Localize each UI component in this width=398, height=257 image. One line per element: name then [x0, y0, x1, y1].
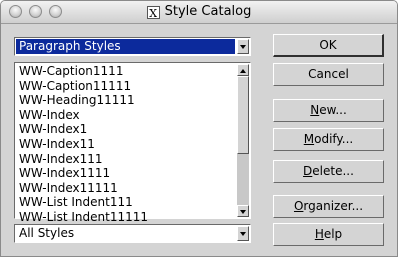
style-type-dropdown-button[interactable] — [237, 39, 249, 54]
organizer-label-rest: rganizer... — [303, 199, 364, 213]
ok-button[interactable]: OK — [273, 34, 384, 57]
styles-list[interactable]: WW-Caption1111 WW-Caption11111 WW-Heading1… — [14, 62, 251, 224]
style-type-select[interactable]: Paragraph Styles — [14, 37, 251, 56]
list-item[interactable]: WW-Index1111 — [17, 166, 237, 181]
new-button[interactable]: New... — [273, 99, 384, 122]
window-title-group: X Style Catalog — [1, 3, 397, 21]
filter-select[interactable]: All Styles — [14, 224, 251, 243]
modify-label-rest: odify... — [314, 132, 354, 146]
scroll-thumb[interactable] — [237, 76, 249, 154]
style-type-value: Paragraph Styles — [16, 39, 235, 54]
organizer-mnemonic: O — [293, 199, 304, 213]
style-catalog-dialog: X Style Catalog Paragraph Styles WW-Capti… — [0, 0, 398, 257]
help-label-rest: elp — [323, 227, 343, 241]
delete-mnemonic: D — [303, 164, 313, 178]
new-label-rest: ew... — [319, 103, 347, 117]
new-mnemonic: N — [310, 103, 320, 117]
arrow-down-icon — [240, 210, 246, 214]
list-item[interactable]: WW-List Indent11111 — [17, 210, 237, 225]
arrow-up-icon — [240, 69, 246, 73]
title-bar: X Style Catalog — [1, 1, 397, 24]
delete-button[interactable]: Delete... — [273, 160, 384, 183]
cancel-label: Cancel — [308, 67, 349, 81]
list-item[interactable]: WW-Index — [17, 108, 237, 123]
list-item[interactable]: WW-List Indent111 — [17, 195, 237, 210]
window-title: Style Catalog — [164, 4, 252, 19]
chevron-down-icon — [240, 232, 246, 236]
ok-label: OK — [319, 38, 337, 52]
list-item[interactable]: WW-Index11 — [17, 137, 237, 152]
list-item[interactable]: WW-Index11111 — [17, 181, 237, 196]
scroll-down-button[interactable] — [237, 205, 249, 217]
x11-icon: X — [146, 6, 160, 20]
list-item[interactable]: WW-Caption1111 — [17, 64, 237, 79]
styles-list-scrollbar[interactable] — [237, 64, 249, 217]
delete-label-rest: elete... — [312, 164, 354, 178]
scroll-up-button[interactable] — [237, 64, 249, 76]
modify-button[interactable]: Modify... — [273, 128, 384, 151]
list-item[interactable]: WW-Index1 — [17, 122, 237, 137]
chevron-down-icon — [240, 45, 246, 49]
filter-value: All Styles — [19, 226, 75, 240]
organizer-button[interactable]: Organizer... — [273, 195, 384, 218]
filter-dropdown-button[interactable] — [237, 226, 249, 241]
help-mnemonic: H — [314, 227, 324, 241]
styles-list-items: WW-Caption1111 WW-Caption11111 WW-Heading1… — [17, 64, 237, 225]
cancel-button[interactable]: Cancel — [273, 63, 384, 86]
list-item[interactable]: WW-Heading11111 — [17, 93, 237, 108]
list-item[interactable]: WW-Caption11111 — [17, 79, 237, 94]
list-item[interactable]: WW-Index111 — [17, 152, 237, 167]
modify-mnemonic: M — [303, 132, 315, 146]
help-button[interactable]: Help — [273, 223, 384, 246]
